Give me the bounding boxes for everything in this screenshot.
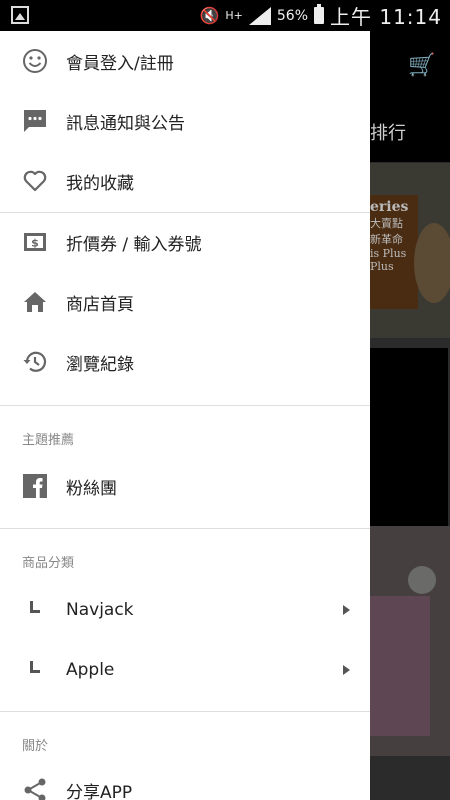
drawer-item-label: 訊息通知與公告: [66, 113, 185, 134]
cart-icon: 🛒: [408, 53, 436, 78]
drawer-item-label: 我的收藏: [66, 173, 134, 194]
black-panel: [370, 348, 448, 526]
drawer-item-label: 瀏覽紀錄: [66, 354, 134, 375]
background-app-scrim[interactable]: 🛒 排行 eries 大賣點 新革命 is Plus Plus: [370, 31, 450, 800]
coupon-icon: $: [22, 229, 48, 255]
divider: [0, 711, 370, 712]
drawer-item-favorites[interactable]: 我的收藏: [0, 153, 370, 209]
chat-message-icon: [22, 108, 48, 134]
gallery-notification-icon: [11, 6, 29, 24]
section-title-categories: 商品分類: [22, 556, 75, 571]
smiley-icon: [22, 48, 48, 74]
app-header: 🛒 排行: [370, 31, 450, 162]
expand-arrow-icon[interactable]: [343, 665, 350, 675]
status-bar: 🔇 H+ 56% 上午 11:14: [0, 0, 450, 31]
mute-icon: 🔇: [199, 6, 220, 25]
history-icon: [22, 349, 48, 375]
drawer-item-fan-page[interactable]: 粉絲團: [0, 458, 370, 514]
drawer-item-category-navjack[interactable]: Navjack: [0, 582, 370, 638]
home-icon: [22, 289, 48, 315]
subcategory-indent-icon: [30, 601, 40, 613]
drawer-item-category-apple[interactable]: Apple: [0, 642, 370, 698]
drawer-item-member-login[interactable]: 會員登入/註冊: [0, 33, 370, 89]
drawer-item-share-app[interactable]: 分享APP: [0, 762, 370, 800]
facebook-icon: [22, 473, 48, 499]
svg-text:$: $: [31, 237, 39, 250]
banner-text-box: eries 大賣點 新革命 is Plus Plus: [370, 195, 418, 309]
divider: [0, 528, 370, 529]
network-type: H+: [225, 8, 243, 22]
photo-detail: [408, 566, 436, 594]
drawer-item-store-home[interactable]: 商店首頁: [0, 274, 370, 330]
subcategory-indent-icon: [30, 661, 40, 673]
drawer-item-coupons[interactable]: $ 折價券 / 輸入券號: [0, 214, 370, 270]
clock: 上午 11:14: [330, 5, 442, 29]
drawer-item-label: 折價券 / 輸入券號: [66, 234, 202, 255]
heart-icon: [22, 168, 48, 194]
drawer-item-label: 商店首頁: [66, 294, 134, 315]
share-icon: [22, 777, 48, 800]
expand-arrow-icon[interactable]: [343, 605, 350, 615]
header-tab-partial: 排行: [370, 123, 406, 144]
navigation-drawer: 會員登入/註冊 訊息通知與公告 我的收藏 $ 折價券 / 輸入券號 商店首頁 瀏…: [0, 31, 370, 800]
drawer-item-label: 分享APP: [66, 782, 133, 800]
battery-icon: [314, 4, 324, 24]
divider: [0, 405, 370, 406]
divider: [0, 212, 370, 213]
section-title-about: 關於: [22, 739, 49, 754]
section-title-topics: 主題推薦: [22, 433, 75, 448]
drawer-item-label: 粉絲團: [66, 478, 117, 499]
drawer-item-history[interactable]: 瀏覽紀錄: [0, 334, 370, 390]
drawer-item-messages[interactable]: 訊息通知與公告: [0, 93, 370, 149]
drawer-item-label: 會員登入/註冊: [66, 53, 174, 74]
banner-image: [414, 223, 450, 303]
drawer-item-label: Navjack: [66, 600, 134, 620]
signal-icon: [248, 6, 271, 25]
photo-detail-pink: [370, 596, 430, 736]
drawer-item-label: Apple: [66, 660, 115, 680]
promo-banner: eries 大賣點 新革命 is Plus Plus: [370, 163, 450, 338]
product-photo: [370, 526, 450, 756]
battery-percent: 56%: [276, 7, 308, 24]
